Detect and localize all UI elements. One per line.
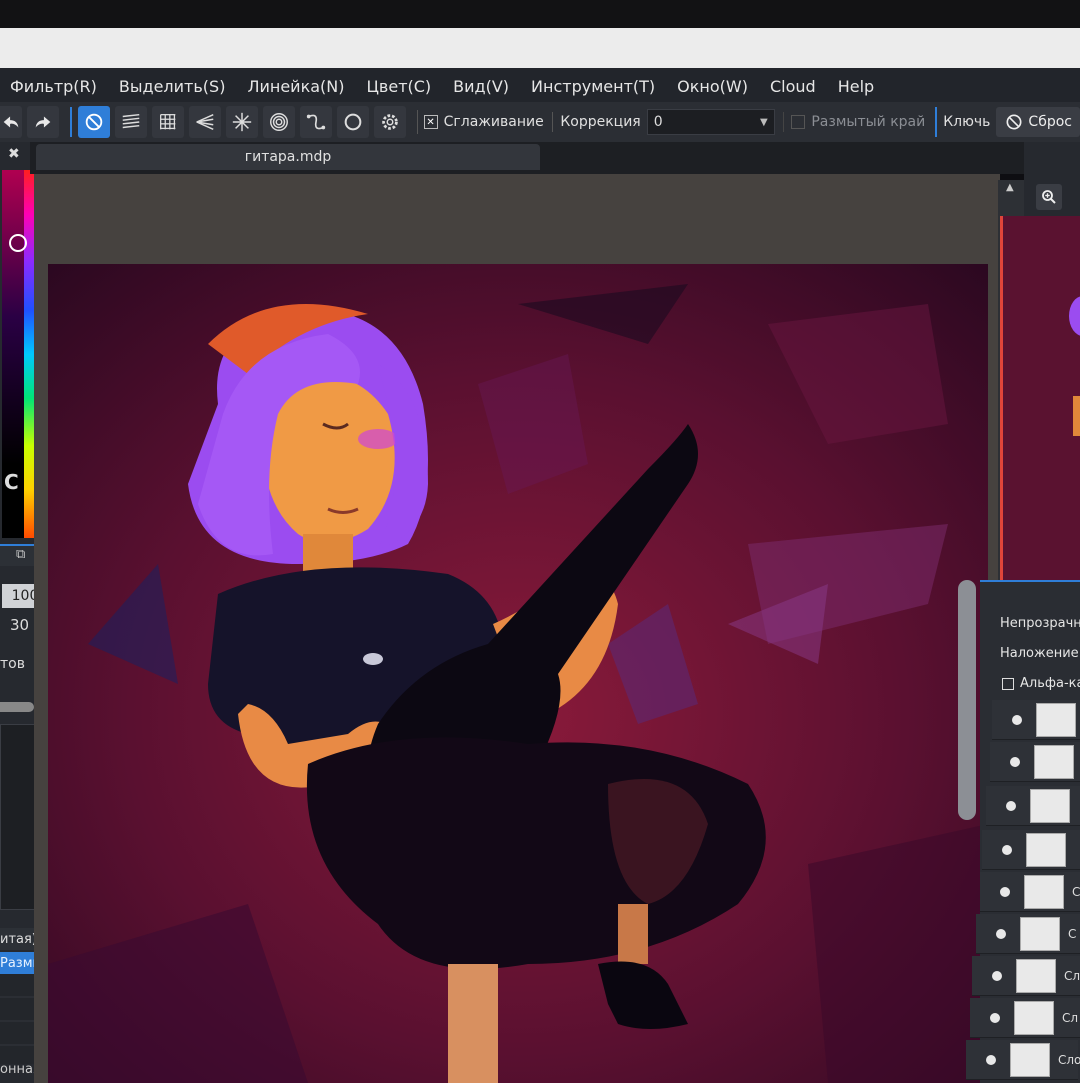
undock-icon[interactable]: ⧉ (16, 547, 25, 562)
layer-thumbnail (1010, 1042, 1050, 1077)
undo-icon (3, 116, 19, 128)
menu-select[interactable]: Выделить(S) (119, 77, 226, 96)
layer-row[interactable]: Сл (970, 998, 1080, 1038)
no-select-icon (85, 113, 103, 131)
ellipse-button[interactable] (337, 106, 369, 138)
redo-button[interactable] (27, 106, 59, 138)
eye-icon[interactable] (1002, 844, 1012, 855)
menu-help[interactable]: Help (838, 77, 874, 96)
layer-thumbnail (1036, 702, 1076, 737)
curve-icon (306, 114, 326, 130)
color-letter: C (4, 470, 19, 494)
layer-row[interactable] (986, 786, 1080, 826)
navigator-preview[interactable] (1000, 216, 1080, 580)
artwork-illustration (48, 264, 988, 1083)
blur-edge-checkbox[interactable] (791, 115, 806, 129)
ruler-settings-button[interactable] (374, 106, 406, 138)
document-tab[interactable]: гитара.mdp (36, 144, 540, 170)
eye-icon[interactable] (990, 1012, 1000, 1023)
correction-value: 0 (653, 114, 663, 130)
correction-dropdown[interactable]: 0 ▼ (646, 109, 775, 135)
color-picker-ring[interactable] (9, 234, 27, 252)
concentric-button[interactable] (263, 106, 295, 138)
layer-blend-label: Наложение (1000, 646, 1079, 661)
eye-icon[interactable] (1012, 714, 1022, 725)
antialias-checkbox[interactable]: ✕ (423, 115, 438, 129)
toolbar-divider (782, 112, 784, 132)
brush-slider[interactable] (0, 702, 34, 712)
layer-thumbnail (1034, 744, 1074, 779)
ellipse-icon (344, 113, 362, 131)
layer-thumbnail (1024, 874, 1064, 909)
toolbar-divider (417, 110, 418, 134)
layer-thumbnail (1016, 958, 1056, 993)
correction-label: Коррекция (560, 114, 641, 130)
undo-button[interactable] (0, 106, 22, 138)
radial-button[interactable] (226, 106, 258, 138)
eye-icon[interactable] (986, 1054, 996, 1065)
layer-opacity-label: Непрозрачно (1000, 616, 1080, 631)
layer-row[interactable]: Сл (972, 956, 1080, 996)
layer-row[interactable] (992, 700, 1080, 740)
radial-icon (232, 112, 252, 132)
no-select-icon (1006, 114, 1022, 130)
no-snap-button[interactable] (78, 106, 110, 138)
redo-icon (35, 116, 51, 128)
layer-row[interactable]: С (976, 914, 1080, 954)
antialias-label: Сглаживание (443, 114, 544, 130)
eye-icon[interactable] (1010, 756, 1020, 767)
artwork-canvas[interactable] (48, 264, 988, 1083)
zoom-icon (1042, 190, 1056, 204)
layer-thumbnail (1014, 1000, 1054, 1035)
layer-row[interactable] (990, 742, 1080, 782)
menu-tool[interactable]: Инструмент(T) (531, 77, 655, 96)
blur-edge-label: Размытый край (811, 114, 926, 130)
layer-thumbnail (1020, 916, 1060, 951)
parallel-lines-button[interactable] (115, 106, 147, 138)
layer-row[interactable]: Сло (966, 1040, 1080, 1080)
menubar: Фильтр(R) Выделить(S) Линейка(N) Цвет(C)… (0, 68, 1080, 104)
toolbar-separator (935, 107, 938, 137)
toolbar-divider (551, 112, 553, 132)
close-icon[interactable]: ✖ (8, 146, 20, 162)
scrollbar-thumb[interactable] (958, 580, 976, 820)
perspective-button[interactable] (189, 106, 221, 138)
eye-icon[interactable] (992, 970, 1002, 981)
toolbar: ✕ Сглаживание Коррекция 0 ▼ Размытый кра… (0, 102, 1080, 142)
layer-thumbnail (1030, 788, 1070, 823)
eye-icon[interactable] (1000, 886, 1010, 897)
concentric-icon (270, 113, 288, 131)
blur-panel-title: итая) (0, 931, 37, 947)
layer-row[interactable]: С (980, 872, 1080, 912)
gear-icon (382, 114, 398, 130)
reset-button[interactable]: Сброс (996, 107, 1080, 137)
eye-icon[interactable] (1006, 800, 1016, 811)
menu-cloud[interactable]: Cloud (770, 77, 816, 96)
title-strip (0, 28, 1080, 70)
menu-window[interactable]: Окно(W) (677, 77, 748, 96)
monitor-bezel (0, 0, 1080, 30)
alpha-lock-checkbox[interactable] (1002, 677, 1014, 690)
layer-row[interactable] (982, 830, 1080, 870)
eye-icon[interactable] (996, 928, 1006, 939)
menu-view[interactable]: Вид(V) (453, 77, 509, 96)
layer-thumbnail (1026, 832, 1066, 867)
chevron-down-icon: ▼ (760, 116, 768, 128)
reset-label: Сброс (1028, 114, 1072, 130)
grid-icon (160, 114, 176, 130)
menu-ruler[interactable]: Линейка(N) (247, 77, 344, 96)
menu-filter[interactable]: Фильтр(R) (10, 77, 97, 96)
perspective-icon (196, 113, 214, 131)
toolbar-separator (70, 107, 72, 137)
key-label: Ключь (943, 114, 991, 130)
menu-color[interactable]: Цвет(C) (367, 77, 432, 96)
zoom-button[interactable] (1036, 184, 1062, 210)
curve-button[interactable] (300, 106, 332, 138)
navigator-thumbnail (1003, 216, 1080, 580)
grid-button[interactable] (152, 106, 184, 138)
scroll-up-icon[interactable]: ▲ (1006, 182, 1014, 193)
alpha-lock-option[interactable]: Альфа-ка (1002, 676, 1080, 691)
lines-icon (122, 113, 140, 129)
